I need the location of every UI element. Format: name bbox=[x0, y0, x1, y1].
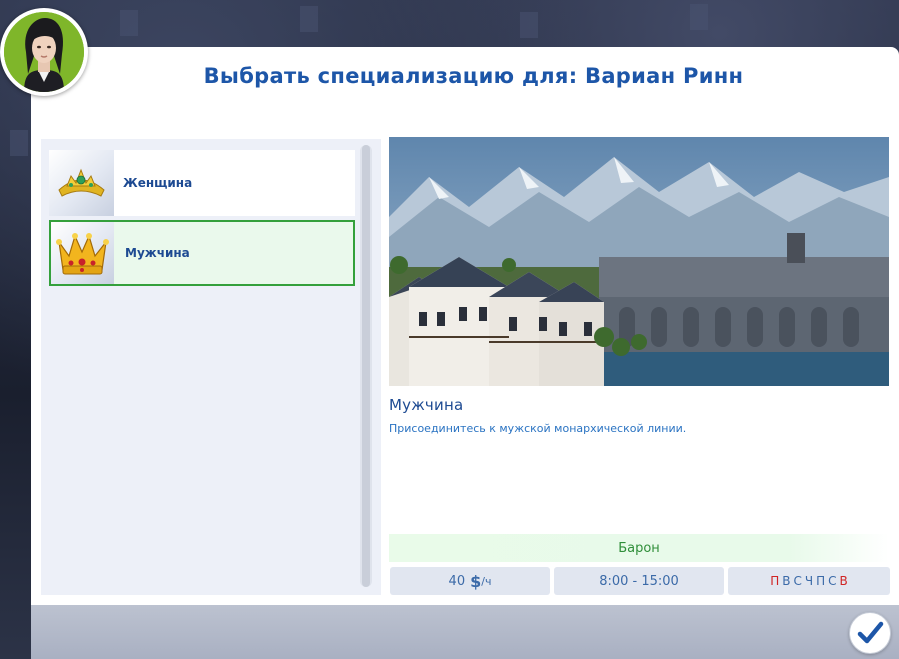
pay-amount: 40 bbox=[448, 573, 466, 589]
workday-letter: С bbox=[793, 574, 802, 588]
pay-chip: 40 $ /ч bbox=[390, 567, 550, 595]
workday-letter: С bbox=[828, 574, 837, 588]
hours-chip: 8:00 - 15:00 bbox=[554, 567, 724, 595]
simoleon-icon: $ bbox=[470, 571, 482, 591]
specialization-preview-image bbox=[389, 137, 889, 386]
tiara-icon bbox=[49, 150, 114, 216]
specialization-description: Присоединитесь к мужской монархической л… bbox=[389, 422, 687, 435]
dialog-title: Выбрать специализацию для: Вариан Ринн bbox=[203, 64, 744, 88]
workday-letter: В bbox=[782, 574, 791, 588]
specialization-item-female[interactable]: Женщина bbox=[49, 150, 355, 216]
workday-letter: В bbox=[839, 574, 848, 588]
workday-letter: П bbox=[770, 574, 780, 588]
specialization-label: Женщина bbox=[123, 176, 193, 190]
rank-label: Барон bbox=[389, 534, 889, 562]
specialization-item-male[interactable]: Мужчина bbox=[49, 220, 355, 286]
avatar bbox=[0, 8, 88, 96]
checkmark-icon bbox=[857, 621, 884, 644]
list-scrollbar[interactable] bbox=[360, 145, 372, 587]
dialog-footer bbox=[31, 605, 899, 659]
scrollbar-thumb[interactable] bbox=[362, 145, 370, 587]
pay-unit: /ч bbox=[481, 574, 492, 588]
work-hours: 8:00 - 15:00 bbox=[599, 573, 679, 589]
confirm-button[interactable] bbox=[849, 612, 891, 654]
sim-portrait bbox=[4, 12, 84, 92]
workday-letter: Ч bbox=[804, 574, 814, 588]
specialization-label: Мужчина bbox=[125, 246, 190, 260]
workdays-chip: П В С Ч П С В bbox=[728, 567, 890, 595]
crown-icon bbox=[51, 222, 114, 284]
specialization-title: Мужчина bbox=[389, 396, 464, 414]
workday-letter: П bbox=[816, 574, 826, 588]
